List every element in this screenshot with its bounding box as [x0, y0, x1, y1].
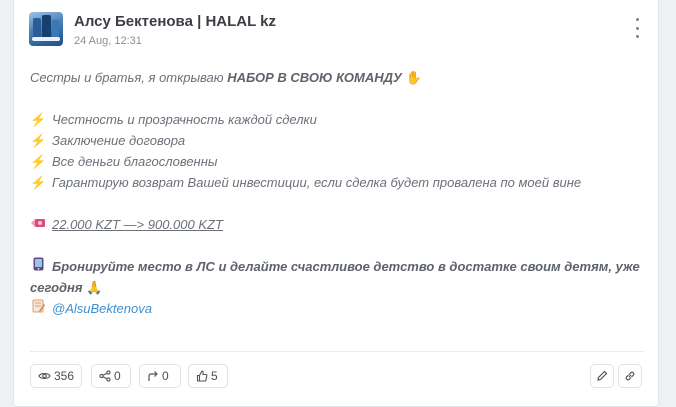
hand-emoji-icon: ✋ — [405, 70, 422, 85]
pray-emoji-icon: 🙏 — [86, 280, 103, 295]
lightning-icon: ⚡ — [30, 175, 47, 190]
forwards-counter[interactable]: 0 — [139, 364, 181, 388]
lightning-icon: ⚡ — [30, 154, 47, 169]
likes-counter[interactable]: 5 — [188, 364, 228, 388]
intro-text: Сестры и братья, я открываю — [30, 70, 228, 85]
booking-text-2: сегодня — [30, 280, 83, 295]
post-datetime: 24 Aug, 12:31 — [74, 35, 142, 47]
booking-text: Бронируйте место в ЛС и делайте счастлив… — [52, 259, 640, 274]
copy-link-button[interactable] — [618, 364, 642, 388]
edit-button[interactable] — [590, 364, 614, 388]
views-counter[interactable]: 356 — [30, 364, 82, 388]
list-item: ⚡ Честность и прозрачность каждой сделки — [30, 109, 650, 130]
booking-line-2: сегодня 🙏 — [30, 277, 650, 298]
bullet-text: Гарантирую возврат Вашей инвестиции, есл… — [52, 175, 582, 190]
divider — [30, 351, 644, 352]
eye-icon — [38, 373, 51, 379]
list-item: ⚡ Все деньги благословенны — [30, 151, 650, 172]
intro-bold-text: НАБОР В СВОЮ КОМАНДУ — [227, 70, 402, 85]
views-count: 356 — [53, 369, 74, 383]
bullet-text: Честность и прозрачность каждой сделки — [52, 112, 317, 127]
post-card: Алсу Бектенова | HALAL kz 24 Aug, 12:31 … — [13, 0, 659, 407]
shares-count: 0 — [114, 369, 121, 383]
money-text[interactable]: 22.000 KZT —> 900.000 KZT — [52, 217, 223, 232]
bullet-text: Заключение договора — [52, 133, 186, 148]
money-wings-icon — [30, 214, 46, 235]
list-item: ⚡ Гарантирую возврат Вашей инвестиции, ес… — [30, 172, 650, 193]
channel-name[interactable]: Алсу Бектенова | HALAL kz — [74, 13, 276, 30]
shares-counter[interactable]: 0 — [91, 364, 131, 388]
bullet-text: Все деньги благословенны — [52, 154, 218, 169]
memo-icon — [30, 298, 46, 319]
list-item: ⚡ Заключение договора — [30, 130, 650, 151]
more-vertical-icon[interactable] — [632, 18, 642, 38]
lightning-icon: ⚡ — [30, 112, 47, 127]
post-text: Сестры и братья, я открываю НАБОР В СВОЮ… — [30, 67, 650, 319]
share-icon — [99, 370, 111, 382]
avatar[interactable] — [29, 12, 63, 46]
forwards-count: 0 — [162, 369, 169, 383]
money-line: 22.000 KZT —> 900.000 KZT — [30, 214, 650, 235]
pencil-icon — [597, 370, 608, 381]
forward-arrow-icon — [148, 371, 158, 381]
booking-line: Бронируйте место в ЛС и делайте счастлив… — [30, 256, 650, 277]
intro-line: Сестры и братья, я открываю НАБОР В СВОЮ… — [30, 67, 650, 88]
mention-link[interactable]: @AlsuBektenova — [52, 301, 152, 316]
thumbs-up-icon — [196, 370, 208, 382]
likes-count: 5 — [211, 369, 218, 383]
mention-line: @AlsuBektenova — [30, 298, 650, 319]
lightning-icon: ⚡ — [30, 133, 47, 148]
mobile-phone-icon — [30, 256, 46, 277]
link-icon — [625, 371, 635, 381]
